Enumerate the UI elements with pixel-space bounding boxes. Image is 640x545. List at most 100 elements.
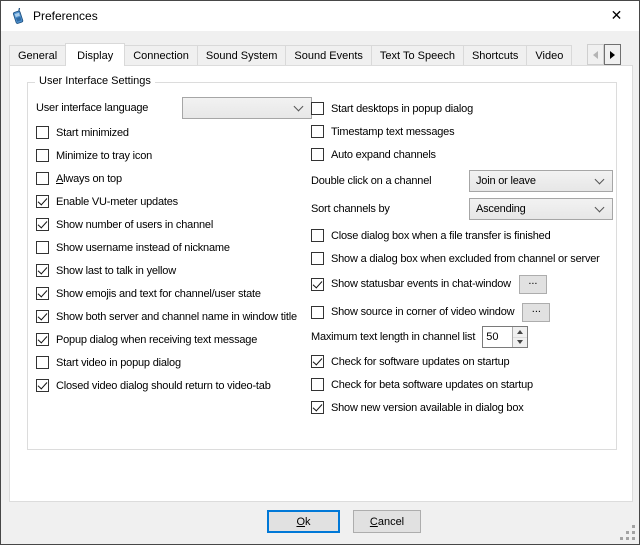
- tab-display[interactable]: Display: [65, 43, 125, 66]
- checkbox-minimize-to-tray[interactable]: Minimize to tray icon: [36, 148, 312, 163]
- checkbox-show-user-count[interactable]: Show number of users in channel: [36, 217, 312, 232]
- checkbox: [311, 306, 324, 319]
- checkbox-label: Check for beta software updates on start…: [331, 379, 533, 391]
- scroll-left-icon: [593, 51, 598, 59]
- checkbox-label: Timestamp text messages: [331, 126, 454, 138]
- checkbox-label: Popup dialog when receiving text message: [56, 334, 257, 346]
- spin-up-button[interactable]: [513, 327, 527, 337]
- checkbox-emojis-user-state[interactable]: Show emojis and text for channel/user st…: [36, 286, 312, 301]
- checkbox: [311, 125, 324, 138]
- app-icon: [10, 8, 26, 24]
- checkbox-video-popup-dialog[interactable]: Start video in popup dialog: [36, 355, 312, 370]
- checkbox-label: Show last to talk in yellow: [56, 265, 176, 277]
- checkbox-label: Enable VU-meter updates: [56, 196, 178, 208]
- checkbox-server-channel-in-title[interactable]: Show both server and channel name in win…: [36, 309, 312, 324]
- checkbox-last-to-talk-yellow[interactable]: Show last to talk in yellow: [36, 263, 312, 278]
- max-text-length-input[interactable]: [483, 327, 512, 347]
- spin-down-icon: [517, 340, 523, 344]
- checkbox-always-on-top[interactable]: Always on top: [36, 171, 312, 186]
- max-text-length-label: Maximum text length in channel list: [311, 331, 475, 343]
- checkbox-dialog-when-excluded[interactable]: Show a dialog box when excluded from cha…: [311, 251, 613, 266]
- chevron-down-icon: [294, 101, 304, 111]
- right-column: Start desktops in popup dialog Timestamp…: [311, 101, 613, 423]
- tab-scroll-left-button[interactable]: [587, 44, 604, 65]
- checkbox: [36, 241, 49, 254]
- checkbox-label: Close dialog box when a file transfer is…: [331, 230, 551, 242]
- checkbox-username-instead-nickname[interactable]: Show username instead of nickname: [36, 240, 312, 255]
- checkbox-label: Show emojis and text for channel/user st…: [56, 288, 261, 300]
- checkbox-popup-on-text-message[interactable]: Popup dialog when receiving text message: [36, 332, 312, 347]
- resize-grip[interactable]: [620, 525, 635, 540]
- checkbox: [311, 378, 324, 391]
- window-title: Preferences: [33, 9, 98, 23]
- checkbox-statusbar-events[interactable]: Show statusbar events in chat-window ...: [311, 274, 613, 294]
- checkbox: [36, 218, 49, 231]
- spin-up-icon: [517, 330, 523, 334]
- language-select[interactable]: [182, 97, 312, 119]
- checkbox-label: Show number of users in channel: [56, 219, 213, 231]
- checkbox-label: Show source in corner of video window: [331, 306, 514, 318]
- max-text-length-spinner: [482, 326, 528, 348]
- checkbox: [36, 149, 49, 162]
- checkbox-label: Auto expand channels: [331, 149, 436, 161]
- spin-down-button[interactable]: [513, 337, 527, 348]
- checkbox-label: Show new version available in dialog box: [331, 402, 524, 414]
- checkbox-new-version-dialog[interactable]: Show new version available in dialog box: [311, 400, 613, 415]
- tab-connection[interactable]: Connection: [124, 45, 198, 66]
- video-source-config-button[interactable]: ...: [522, 303, 550, 322]
- user-interface-settings-group: User Interface Settings User interface l…: [27, 82, 617, 450]
- tab-scroll-right-button[interactable]: [604, 44, 621, 65]
- tab-general[interactable]: General: [9, 45, 66, 66]
- chevron-down-icon: [595, 174, 605, 184]
- checkbox-auto-expand-channels[interactable]: Auto expand channels: [311, 147, 613, 162]
- cancel-button[interactable]: Cancel: [353, 510, 421, 533]
- scroll-right-icon: [610, 51, 615, 59]
- display-tab-page: User Interface Settings User interface l…: [9, 65, 633, 502]
- sort-channels-select[interactable]: Ascending: [469, 198, 613, 220]
- tab-text-to-speech[interactable]: Text To Speech: [371, 45, 464, 66]
- checkbox: [311, 252, 324, 265]
- checkbox-closed-video-return[interactable]: Closed video dialog should return to vid…: [36, 378, 312, 393]
- double-click-label: Double click on a channel: [311, 175, 431, 187]
- checkbox-desktops-popup[interactable]: Start desktops in popup dialog: [311, 101, 613, 116]
- double-click-select[interactable]: Join or leave: [469, 170, 613, 192]
- checkbox-start-minimized[interactable]: Start minimized: [36, 125, 312, 140]
- checkbox-vu-meter-updates[interactable]: Enable VU-meter updates: [36, 194, 312, 209]
- left-column: User interface language Start minimized …: [36, 97, 312, 401]
- tab-bar: General Display Connection Sound System …: [9, 42, 623, 66]
- checkbox-close-on-transfer-finished[interactable]: Close dialog box when a file transfer is…: [311, 228, 613, 243]
- tab-video[interactable]: Video: [526, 45, 572, 66]
- checkbox-label: Show username instead of nickname: [56, 242, 230, 254]
- checkbox-label: Check for software updates on startup: [331, 356, 509, 368]
- tab-sound-events[interactable]: Sound Events: [285, 45, 372, 66]
- checkbox: [36, 264, 49, 277]
- close-button[interactable]: ✕: [594, 1, 639, 30]
- checkbox-label: Show a dialog box when excluded from cha…: [331, 253, 600, 265]
- checkbox-label: Start desktops in popup dialog: [331, 103, 473, 115]
- checkbox: [36, 310, 49, 323]
- group-title: User Interface Settings: [35, 75, 155, 87]
- language-label: User interface language: [36, 102, 148, 114]
- checkbox-label: Show statusbar events in chat-window: [331, 278, 511, 290]
- checkbox-label: Show both server and channel name in win…: [56, 311, 297, 323]
- statusbar-events-config-button[interactable]: ...: [519, 275, 547, 294]
- sort-channels-label: Sort channels by: [311, 203, 390, 215]
- tab-shortcuts[interactable]: Shortcuts: [463, 45, 527, 66]
- checkbox: [36, 195, 49, 208]
- checkbox: [36, 287, 49, 300]
- checkbox-label: Start video in popup dialog: [56, 357, 181, 369]
- checkbox-check-beta-updates[interactable]: Check for beta software updates on start…: [311, 377, 613, 392]
- ok-button[interactable]: Ok: [267, 510, 340, 533]
- chevron-down-icon: [595, 202, 605, 212]
- checkbox: [311, 401, 324, 414]
- spin-buttons: [512, 327, 527, 347]
- checkbox-timestamp-messages[interactable]: Timestamp text messages: [311, 124, 613, 139]
- checkbox-label: Minimize to tray icon: [56, 150, 152, 162]
- checkbox-check-updates[interactable]: Check for software updates on startup: [311, 354, 613, 369]
- titlebar[interactable]: Preferences ✕: [1, 1, 639, 31]
- double-click-value: Join or leave: [476, 175, 590, 187]
- checkbox-video-source-corner[interactable]: Show source in corner of video window ..…: [311, 302, 613, 322]
- checkbox: [36, 379, 49, 392]
- tab-sound-system[interactable]: Sound System: [197, 45, 287, 66]
- checkbox-label: Closed video dialog should return to vid…: [56, 380, 271, 392]
